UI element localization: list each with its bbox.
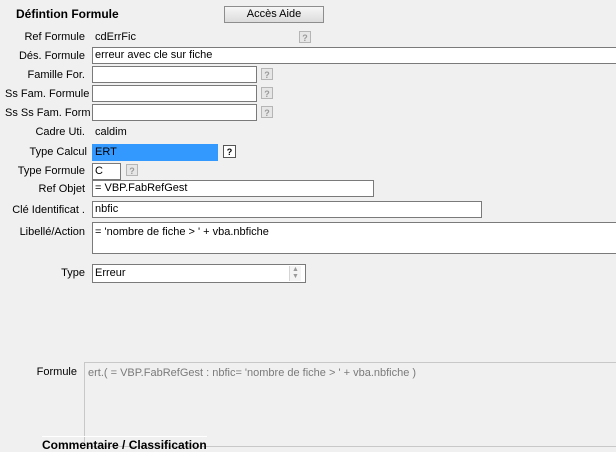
formule-text: ert.( = VBP.FabRefGest : nbfic= 'nombre … bbox=[88, 367, 417, 379]
ss-fam-help-icon[interactable]: ? bbox=[261, 87, 273, 99]
ss-ss-fam-help-icon[interactable]: ? bbox=[261, 106, 273, 118]
ref-formule-help-icon[interactable]: ? bbox=[299, 31, 311, 43]
type-formule-help-icon[interactable]: ? bbox=[126, 164, 138, 176]
des-formule-label: Dés. Formule bbox=[18, 50, 85, 62]
type-formule-input[interactable]: C bbox=[92, 163, 121, 180]
type-calcul-help-icon[interactable]: ? bbox=[223, 145, 236, 158]
page-title: Défintion Formule bbox=[16, 7, 119, 21]
cadre-uti-value: caldim bbox=[95, 126, 127, 138]
des-formule-input[interactable]: erreur avec cle sur fiche bbox=[92, 47, 616, 64]
type-calcul-label: Type Calcul bbox=[29, 146, 87, 158]
type-spinner[interactable]: ▲ ▼ bbox=[289, 266, 301, 281]
type-label: Type bbox=[61, 267, 85, 279]
famille-label: Famille For. bbox=[27, 69, 85, 81]
ss-ss-fam-label: Ss Ss Fam. Form bbox=[5, 107, 91, 119]
type-formule-label: Type Formule bbox=[17, 165, 85, 177]
type-calcul-input[interactable]: ERT bbox=[92, 144, 218, 161]
formule-label: Formule bbox=[36, 366, 77, 378]
libelle-textarea[interactable]: = 'nombre de fiche > ' + vba.nbfiche bbox=[92, 222, 616, 254]
chevron-down-icon[interactable]: ▼ bbox=[292, 273, 299, 280]
help-access-button[interactable]: Accès Aide bbox=[224, 6, 324, 23]
cle-ident-label: Clé Identificat . bbox=[12, 204, 85, 216]
famille-input[interactable] bbox=[92, 66, 257, 83]
ss-fam-input[interactable] bbox=[92, 85, 257, 102]
comment-classification-title: Commentaire / Classification bbox=[42, 436, 207, 452]
libelle-label: Libellé/Action bbox=[19, 226, 85, 238]
type-select[interactable]: Erreur bbox=[92, 264, 306, 283]
ref-objet-label: Ref Objet bbox=[38, 183, 85, 195]
ss-fam-label: Ss Fam. Formule bbox=[5, 88, 90, 100]
ref-objet-input[interactable]: = VBP.FabRefGest bbox=[92, 180, 374, 197]
formule-display: ert.( = VBP.FabRefGest : nbfic= 'nombre … bbox=[84, 362, 616, 447]
type-select-value: Erreur bbox=[95, 267, 126, 279]
chevron-up-icon[interactable]: ▲ bbox=[292, 266, 299, 273]
famille-help-icon[interactable]: ? bbox=[261, 68, 273, 80]
ref-formule-label: Ref Formule bbox=[24, 31, 85, 43]
ss-ss-fam-input[interactable] bbox=[92, 104, 257, 121]
ref-formule-value: cdErrFic bbox=[95, 31, 136, 43]
cle-ident-input[interactable]: nbfic bbox=[92, 201, 482, 218]
cadre-uti-label: Cadre Uti. bbox=[35, 126, 85, 138]
